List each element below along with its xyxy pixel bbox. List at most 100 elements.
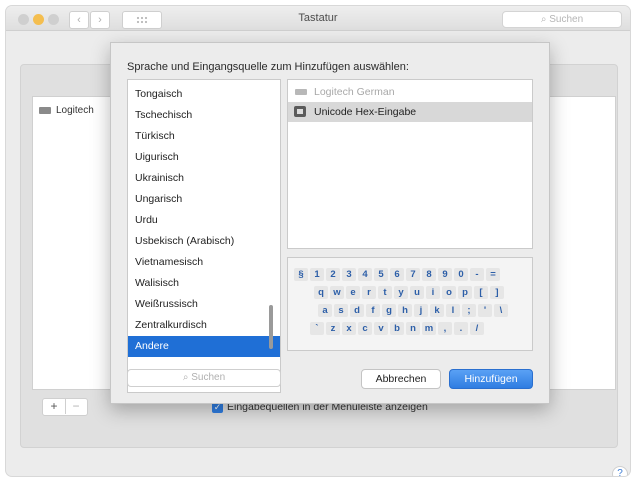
language-item[interactable]: Ungarisch	[128, 189, 280, 210]
remove-source-button[interactable]: −	[65, 399, 87, 414]
keyboard-key: 6	[390, 268, 404, 281]
keyboard-key: x	[342, 322, 356, 335]
keyboard-key: k	[430, 304, 444, 317]
show-all-button[interactable]	[122, 11, 162, 29]
language-list-scrollbar[interactable]	[269, 305, 273, 349]
question-icon: ?	[617, 468, 623, 476]
keyboard-row: ` z x c v b n m,. /	[310, 322, 486, 336]
zoom-window-button[interactable]	[48, 14, 59, 25]
language-item[interactable]: Ukrainisch	[128, 168, 280, 189]
keyboard-key: d	[350, 304, 364, 317]
keyboard-key: §	[294, 268, 308, 281]
keyboard-key: a	[318, 304, 332, 317]
keyboard-key: ;	[462, 304, 476, 317]
chevron-right-icon: ›	[98, 14, 102, 26]
search-icon: ⌕	[540, 14, 547, 25]
keyboard-key: p	[458, 286, 472, 299]
keyboard-key: 3	[342, 268, 356, 281]
language-item[interactable]: Tongaisch	[128, 84, 280, 105]
language-item[interactable]: Urdu	[128, 210, 280, 231]
keyboard-key: .	[454, 322, 468, 335]
language-item[interactable]: Andere	[128, 336, 280, 357]
add-button[interactable]: Hinzufügen	[449, 369, 533, 389]
keyboard-key: 0	[454, 268, 468, 281]
keyboard-key: u	[410, 286, 424, 299]
back-button[interactable]: ‹	[69, 11, 89, 29]
keyboard-key: s	[334, 304, 348, 317]
keyboard-key: r	[362, 286, 376, 299]
keyboard-key: '	[478, 304, 492, 317]
keyboard-key: -	[470, 268, 484, 281]
keyboard-key: j	[414, 304, 428, 317]
language-item[interactable]: Usbekisch (Arabisch)	[128, 231, 280, 252]
keyboard-key: l	[446, 304, 460, 317]
chevron-left-icon: ‹	[77, 14, 81, 26]
keyboard-key: g	[382, 304, 396, 317]
close-window-button[interactable]	[18, 14, 29, 25]
keyboard-icon	[295, 89, 307, 95]
keyboard-key: m	[422, 322, 436, 335]
language-item[interactable]: Vietnamesisch	[128, 252, 280, 273]
keyboard-key: v	[374, 322, 388, 335]
title-bar: ‹ › Tastatur ⌕ Suchen	[6, 6, 630, 31]
keyboard-key: q	[314, 286, 328, 299]
keyboard-row: § 1 2 3 4 5 6 7 8 9 0- =	[294, 268, 502, 282]
keyboard-preview-pane	[546, 96, 616, 390]
keyboard-key: t	[378, 286, 392, 299]
keyboard-key: 8	[422, 268, 436, 281]
source-option-unicode-hex[interactable]: Unicode Hex-Eingabe	[288, 102, 532, 122]
keyboard-key: [	[474, 286, 488, 299]
language-item[interactable]: Walisisch	[128, 273, 280, 294]
source-option-logitech-german[interactable]: Logitech German	[288, 82, 532, 102]
unicode-input-icon	[294, 106, 306, 117]
keyboard-key: 4	[358, 268, 372, 281]
keyboard-key: w	[330, 286, 344, 299]
keyboard-key: n	[406, 322, 420, 335]
cancel-button[interactable]: Abbrechen	[361, 369, 441, 389]
input-source-item[interactable]: Logitech	[39, 105, 94, 116]
input-source-label: Logitech	[56, 105, 94, 116]
keyboard-key: 1	[310, 268, 324, 281]
language-item[interactable]: Zentralkurdisch	[128, 315, 280, 336]
keyboard-key: y	[394, 286, 408, 299]
keyboard-key: b	[390, 322, 404, 335]
keyboard-key: f	[366, 304, 380, 317]
keyboard-key: ,	[438, 322, 452, 335]
window-title: Tastatur	[298, 12, 338, 24]
keyboard-key: `	[310, 322, 324, 335]
keyboard-icon	[39, 106, 51, 114]
keyboard-key: ]	[490, 286, 504, 299]
source-option-label: Unicode Hex-Eingabe	[314, 106, 417, 118]
keyboard-key: 7	[406, 268, 420, 281]
keyboard-key: 5	[374, 268, 388, 281]
keyboard-key: i	[426, 286, 440, 299]
source-option-label: Logitech German	[314, 86, 395, 98]
keyboard-key: /	[470, 322, 484, 335]
grid-icon	[136, 16, 148, 24]
language-item[interactable]: Türkisch	[128, 126, 280, 147]
keyboard-key: \	[494, 304, 508, 317]
search-placeholder: Suchen	[191, 372, 226, 383]
language-item[interactable]: Uigurisch	[128, 147, 280, 168]
preferences-search-field[interactable]: ⌕ Suchen	[502, 11, 622, 28]
keyboard-key: z	[326, 322, 340, 335]
minimize-window-button[interactable]	[33, 14, 44, 25]
help-button[interactable]: ?	[612, 466, 628, 476]
add-remove-control: + −	[42, 398, 88, 416]
add-source-button[interactable]: +	[43, 399, 66, 414]
input-source-options-list[interactable]: Logitech German Unicode Hex-Eingabe	[287, 79, 533, 249]
language-item[interactable]: Tschechisch	[128, 105, 280, 126]
language-item[interactable]: Weißrussisch	[128, 294, 280, 315]
language-search-field[interactable]: ⌕ Suchen	[127, 369, 281, 387]
search-placeholder: Suchen	[549, 14, 584, 25]
sheet-prompt: Sprache und Eingangsquelle zum Hinzufüge…	[127, 61, 409, 73]
input-sources-list[interactable]: Logitech	[32, 96, 114, 390]
preferences-window: ‹ › Tastatur ⌕ Suchen Logitech + − ✓ Ein…	[6, 6, 630, 476]
forward-button[interactable]: ›	[90, 11, 110, 29]
keyboard-layout-preview: § 1 2 3 4 5 6 7 8 9 0- = q w e r t y u i o p[] a s d f g h j k l; ' \ ` z x…	[287, 257, 533, 351]
language-list[interactable]: Tongaisch Tschechisch Türkisch Uigurisch Ukr…	[127, 79, 281, 393]
keyboard-key: o	[442, 286, 456, 299]
keyboard-row: q w e r t y u i o p[]	[314, 286, 506, 300]
keyboard-row: a s d f g h j k l; ' \	[318, 304, 510, 318]
keyboard-key: h	[398, 304, 412, 317]
